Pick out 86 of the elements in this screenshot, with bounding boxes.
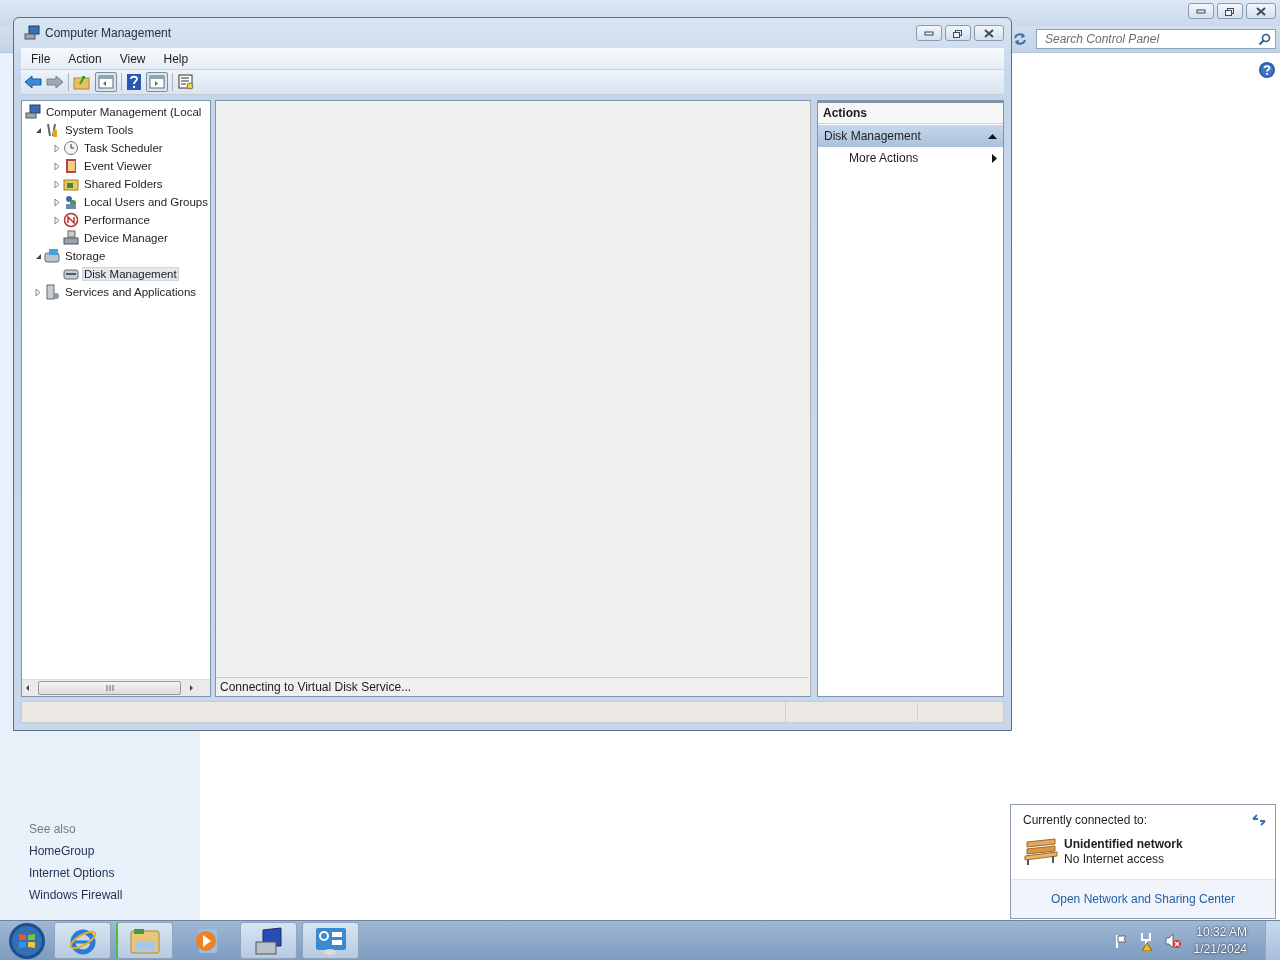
flag-icon[interactable] (1113, 932, 1130, 949)
menu-item[interactable]: File (21, 51, 59, 66)
collapse-arrow-icon[interactable] (988, 133, 997, 139)
back-icon[interactable] (24, 74, 42, 90)
muted-speaker-icon[interactable] (1163, 931, 1182, 950)
restore-button[interactable] (1217, 3, 1243, 19)
console-tree-icon[interactable] (95, 72, 117, 92)
collapsed-arrow-icon[interactable] (54, 197, 60, 207)
computer-management-taskbar-button[interactable] (240, 922, 297, 959)
collapsed-arrow-icon[interactable] (35, 287, 41, 297)
tree-item[interactable]: Device Manager (82, 231, 170, 245)
menu-item[interactable]: View (109, 51, 154, 66)
tree-node-icon (44, 284, 60, 300)
tree-node-icon (63, 212, 79, 228)
folder-icon[interactable] (129, 926, 161, 955)
tree-node-icon (63, 176, 79, 192)
tree-node-icon (44, 248, 60, 264)
see-also-link[interactable]: Windows Firewall (29, 888, 200, 902)
expanded-arrow-icon[interactable] (34, 126, 42, 134)
popup-heading: Currently connected to: (1023, 813, 1148, 827)
status-text: Connecting to Virtual Disk Service... (220, 680, 412, 694)
scroll-thumb[interactable] (38, 681, 181, 695)
actions-section-header[interactable]: Disk Management (818, 125, 1003, 147)
play-icon[interactable] (193, 926, 220, 955)
tree-item[interactable]: Local Users and Groups (82, 195, 210, 209)
tree-item[interactable]: Task Scheduler (82, 141, 165, 155)
tree-node-icon (63, 266, 79, 282)
tree-node-icon (63, 194, 79, 210)
tree-node-icon (63, 158, 79, 174)
refresh-icon[interactable] (1251, 813, 1267, 827)
network-name: Unidentified network (1064, 837, 1183, 851)
computer-icon (24, 25, 40, 41)
computer-icon[interactable] (252, 925, 285, 956)
see-also-link[interactable]: Internet Options (29, 866, 200, 880)
tree-node-icon (44, 122, 60, 138)
tree-item[interactable]: Shared Folders (82, 177, 165, 191)
section-heading: See also (29, 822, 77, 836)
control-panel-taskbar-button[interactable] (302, 922, 359, 959)
properties-icon[interactable] (177, 73, 195, 91)
close-icon[interactable] (1256, 6, 1266, 16)
section-label: Disk Management (824, 129, 921, 143)
horizontal-scrollbar[interactable] (22, 679, 210, 696)
tree-item[interactable]: Performance (82, 213, 152, 227)
bench-icon (1023, 837, 1059, 866)
restore-icon[interactable] (1225, 6, 1235, 16)
submenu-arrow-icon (992, 153, 997, 163)
help-icon[interactable] (1258, 61, 1276, 79)
actions-heading: Actions (818, 103, 1003, 124)
expanded-arrow-icon[interactable] (34, 252, 42, 260)
collapsed-arrow-icon[interactable] (54, 161, 60, 171)
tree-item[interactable]: Services and Applications (63, 285, 199, 299)
start-button[interactable] (8, 921, 46, 960)
grip-icon (105, 685, 114, 691)
collapsed-arrow-icon[interactable] (54, 179, 60, 189)
network-status: No Internet access (1064, 852, 1166, 866)
help-icon[interactable] (126, 73, 142, 91)
close-button[interactable] (1246, 3, 1276, 19)
menu-item[interactable]: Action (58, 51, 110, 66)
forward-icon[interactable] (46, 74, 64, 90)
control-panel-icon[interactable] (313, 925, 348, 956)
tree-node-icon (63, 230, 79, 246)
folder-taskbar-button[interactable] (116, 922, 173, 959)
tree-node-icon (25, 104, 41, 120)
tree-item[interactable]: Event Viewer (82, 159, 154, 173)
action-item[interactable]: More Actions (818, 147, 1003, 169)
tree-node-icon (63, 140, 79, 156)
collapsed-arrow-icon[interactable] (54, 143, 60, 153)
up-folder-icon[interactable] (73, 74, 91, 90)
search-field[interactable]: Search Control Panel (1036, 29, 1276, 49)
menu-item[interactable]: Help (153, 51, 197, 66)
maximize-button[interactable] (945, 25, 971, 41)
tree-item[interactable]: Computer Management (Local (44, 105, 204, 119)
search-icon[interactable] (1258, 33, 1271, 46)
window-title: Computer Management (45, 26, 173, 40)
close-button[interactable] (974, 25, 1004, 41)
tree-item[interactable]: Disk Management (82, 267, 179, 281)
tree-item[interactable]: Storage (63, 249, 108, 263)
tree-item[interactable]: System Tools (63, 123, 136, 137)
browser-taskbar-button[interactable] (54, 922, 111, 959)
minimize-icon[interactable] (924, 30, 934, 36)
maximize-icon[interactable] (953, 28, 963, 38)
close-icon[interactable] (984, 28, 994, 38)
minimize-icon[interactable] (1196, 8, 1206, 14)
see-also-link[interactable]: HomeGroup (29, 844, 200, 858)
collapsed-arrow-icon[interactable] (54, 215, 60, 225)
action-pane-icon[interactable] (146, 72, 168, 92)
